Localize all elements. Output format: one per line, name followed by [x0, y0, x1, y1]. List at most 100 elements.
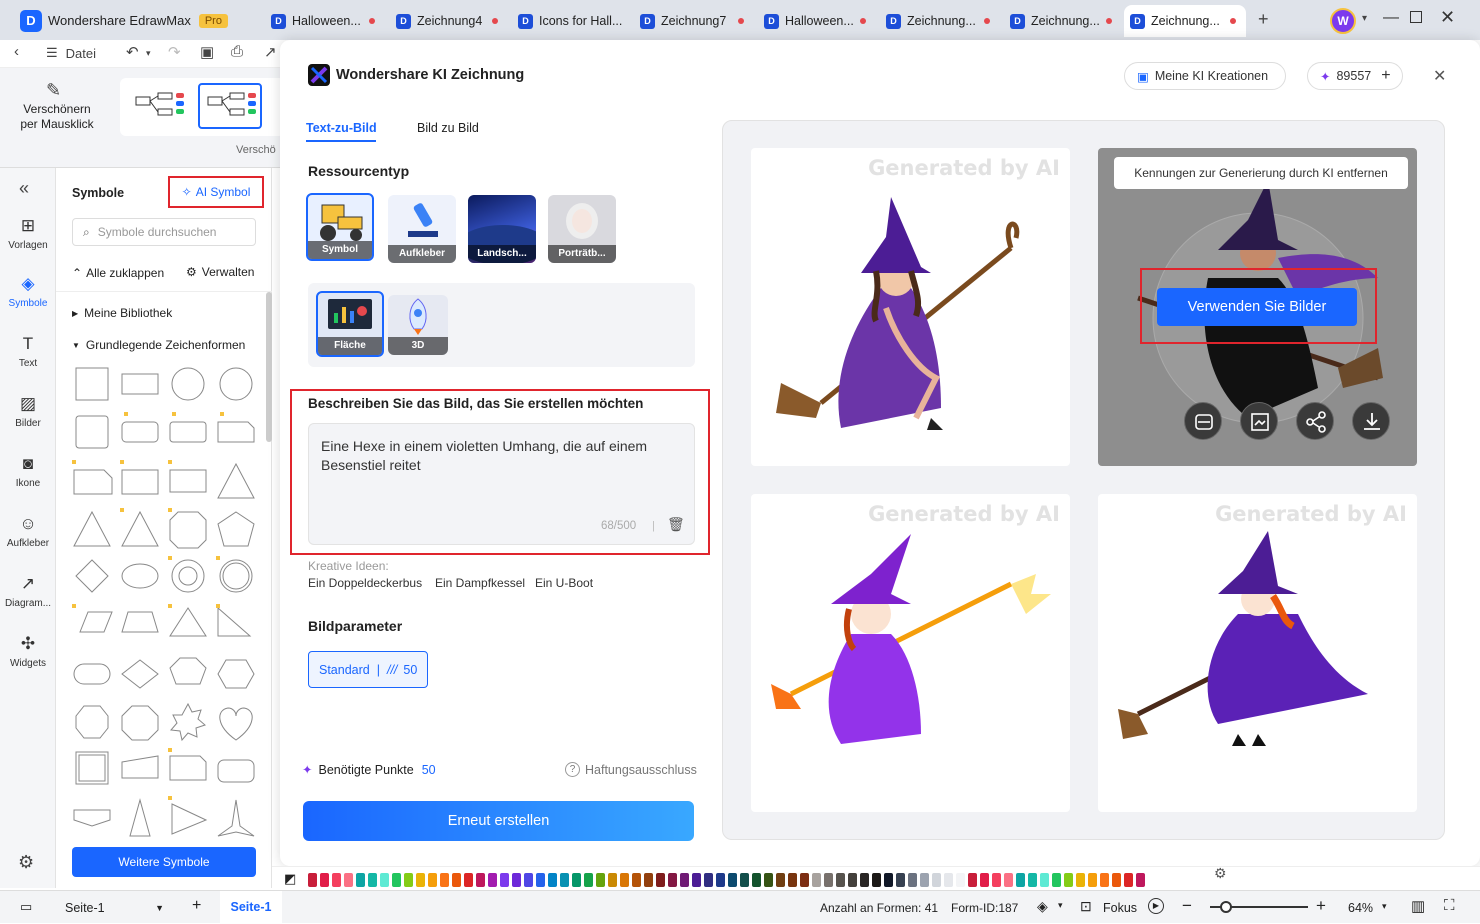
color-swatch[interactable]: [368, 873, 377, 887]
edit-image-icon[interactable]: [1240, 402, 1278, 440]
color-swatch[interactable]: [524, 873, 533, 887]
chevron-down-icon[interactable]: ▾: [1382, 901, 1387, 912]
add-page-plus-icon[interactable]: +: [192, 897, 201, 915]
color-swatch[interactable]: [656, 873, 665, 887]
idea-chip[interactable]: Ein Doppeldeckerbus: [308, 576, 422, 590]
prompt-textarea[interactable]: Eine Hexe in einem violetten Umhang, die…: [308, 423, 695, 545]
tab-6[interactable]: D Zeichnung...: [880, 5, 1000, 37]
color-swatch[interactable]: [824, 873, 833, 887]
result-image-3[interactable]: Generated by AI: [751, 494, 1070, 812]
color-swatch[interactable]: [1112, 873, 1121, 887]
idea-chip[interactable]: Ein Dampfkessel: [435, 576, 525, 590]
color-swatch[interactable]: [740, 873, 749, 887]
color-swatch[interactable]: [848, 873, 857, 887]
page-select[interactable]: Seite-1 ▼: [56, 891, 170, 924]
collapse-double-chevron-icon[interactable]: «: [19, 178, 29, 199]
layout-style-2-selected[interactable]: [198, 83, 262, 129]
color-swatch[interactable]: [896, 873, 905, 887]
zoom-slider-handle[interactable]: [1220, 901, 1232, 913]
export-icon[interactable]: ↗: [264, 43, 277, 61]
share-icon[interactable]: [1296, 402, 1334, 440]
color-swatch[interactable]: [668, 873, 677, 887]
color-swatch[interactable]: [500, 873, 509, 887]
nav-stickers[interactable]: ☺ Aufkleber: [0, 514, 56, 549]
color-swatch[interactable]: [1100, 873, 1109, 887]
print-icon[interactable]: ⎙: [231, 43, 243, 60]
color-swatch[interactable]: [812, 873, 821, 887]
layout-style-1[interactable]: [128, 83, 188, 129]
my-ai-creations-button[interactable]: ▣ Meine KI Kreationen: [1124, 62, 1286, 90]
disclaimer-link[interactable]: ? Haftungsausschluss: [565, 762, 697, 777]
color-swatch[interactable]: [476, 873, 485, 887]
color-swatch[interactable]: [572, 873, 581, 887]
tab-4[interactable]: D Zeichnung7: [634, 5, 754, 37]
param-standard-chip[interactable]: Standard | /// 50: [308, 651, 428, 688]
maximize-icon[interactable]: [1410, 11, 1422, 23]
color-swatch[interactable]: [596, 873, 605, 887]
color-swatch[interactable]: [356, 873, 365, 887]
layers-icon[interactable]: ◈: [1037, 898, 1048, 915]
tab-1[interactable]: D Halloween...: [265, 5, 385, 37]
color-swatch[interactable]: [920, 873, 929, 887]
color-swatch[interactable]: [1136, 873, 1145, 887]
tab-5[interactable]: D Halloween...: [758, 5, 876, 37]
color-swatch[interactable]: [392, 873, 401, 887]
resource-landscape[interactable]: Landsch...: [468, 195, 536, 263]
color-swatch[interactable]: [584, 873, 593, 887]
color-swatch[interactable]: [308, 873, 317, 887]
color-swatch[interactable]: [512, 873, 521, 887]
color-swatch[interactable]: [968, 873, 977, 887]
color-swatch[interactable]: [548, 873, 557, 887]
color-swatch[interactable]: [560, 873, 569, 887]
color-swatch[interactable]: [836, 873, 845, 887]
palette-settings-icon[interactable]: ⚙: [1214, 865, 1227, 882]
color-swatch[interactable]: [416, 873, 425, 887]
color-swatch[interactable]: [1076, 873, 1085, 887]
nav-images[interactable]: ▨ Bilder: [0, 394, 56, 429]
redo-icon[interactable]: ↷: [168, 43, 181, 61]
manage-button[interactable]: ⚙ Verwalten: [186, 265, 254, 279]
zoom-level[interactable]: 64%: [1348, 901, 1373, 915]
color-swatch[interactable]: [344, 873, 353, 887]
save-icon[interactable]: ▣: [200, 43, 214, 61]
color-swatch[interactable]: [764, 873, 773, 887]
add-points-plus-icon[interactable]: +: [1381, 67, 1390, 85]
book-view-icon[interactable]: ▥: [1411, 897, 1425, 915]
chevron-down-icon[interactable]: ▾: [1362, 13, 1367, 24]
nav-symbols[interactable]: ◈ Symbole: [0, 274, 56, 309]
my-library-section[interactable]: ▶ Meine Bibliothek: [72, 306, 172, 320]
color-swatch[interactable]: [704, 873, 713, 887]
color-swatch[interactable]: [992, 873, 1001, 887]
color-swatch[interactable]: [620, 873, 629, 887]
nav-widgets[interactable]: ✣ Widgets: [0, 634, 56, 669]
page-layout-icon[interactable]: ▭: [20, 899, 32, 915]
result-image-1[interactable]: Generated by AI: [751, 148, 1070, 466]
basic-shapes-grid[interactable]: [68, 364, 264, 840]
color-swatch[interactable]: [716, 873, 725, 887]
tab-2[interactable]: D Zeichnung4: [390, 5, 508, 37]
collapse-all-button[interactable]: ⌃ Alle zuklappen: [72, 266, 164, 280]
remove-ai-id-button[interactable]: Kennungen zur Generierung durch KI entfe…: [1114, 157, 1408, 189]
color-swatch[interactable]: [944, 873, 953, 887]
color-swatch[interactable]: [332, 873, 341, 887]
color-swatch[interactable]: [488, 873, 497, 887]
color-swatch[interactable]: [320, 873, 329, 887]
color-swatch[interactable]: [692, 873, 701, 887]
color-swatches[interactable]: [308, 873, 1148, 887]
color-swatch[interactable]: [1040, 873, 1049, 887]
fill-bucket-icon[interactable]: ◩: [284, 871, 296, 887]
close-window-icon[interactable]: ✕: [1440, 7, 1455, 28]
more-symbols-button[interactable]: Weitere Symbole: [72, 847, 256, 877]
color-swatch[interactable]: [680, 873, 689, 887]
new-tab-plus-icon[interactable]: +: [1258, 9, 1269, 30]
color-swatch[interactable]: [908, 873, 917, 887]
subtype-flat[interactable]: Fläche: [316, 291, 384, 357]
color-swatch[interactable]: [800, 873, 809, 887]
tab-text-to-image[interactable]: Text-zu-Bild: [306, 121, 377, 135]
zoom-out-icon[interactable]: −: [1182, 896, 1192, 916]
close-modal-icon[interactable]: ✕: [1433, 66, 1446, 86]
color-swatch[interactable]: [1016, 873, 1025, 887]
focus-label[interactable]: Fokus: [1103, 901, 1137, 915]
color-swatch[interactable]: [1052, 873, 1061, 887]
idea-chip[interactable]: Ein U-Boot: [535, 576, 593, 590]
